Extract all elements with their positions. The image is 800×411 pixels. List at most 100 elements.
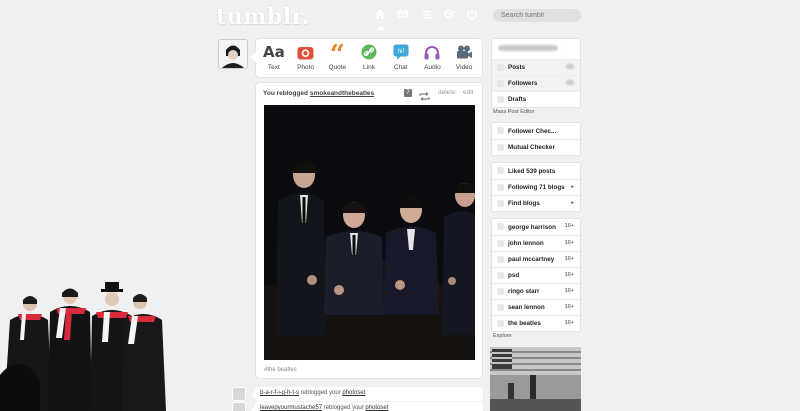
camera-icon — [297, 43, 314, 61]
sidebar-item-label: Liked 539 posts — [508, 167, 556, 175]
tag-icon — [497, 256, 504, 263]
text-icon: Aa — [262, 43, 285, 61]
chevron-right-icon: ▸ — [571, 200, 574, 206]
sidebar-item-posts[interactable]: Posts — [492, 59, 580, 75]
sidebar-item-mutual-checker[interactable]: Mutual Checker — [492, 139, 580, 155]
tag-count: 10+ — [564, 256, 574, 262]
headphones-icon — [424, 43, 440, 61]
tag-label: sean lennon — [508, 304, 545, 311]
source-blog-link[interactable]: smokeandthebeatles — [310, 90, 374, 97]
sidebar-item-followers[interactable]: Followers — [492, 75, 580, 91]
blog-name[interactable] — [492, 39, 580, 59]
sidebar-item-count — [566, 64, 574, 71]
tag-icon — [497, 223, 504, 230]
tracked-tag[interactable]: ringo starr 10+ — [492, 283, 580, 299]
post-type-audio[interactable]: Audio — [417, 43, 449, 77]
note-count-badge[interactable]: 7 — [404, 89, 412, 97]
reblog-prefix: You reblogged — [263, 90, 309, 97]
tag-icon — [497, 288, 504, 295]
notification-user[interactable]: b-a-r-f-i-g-h-t-s — [260, 390, 299, 396]
following-icon — [497, 184, 504, 191]
sidebar-item-label: Follower Chec... — [508, 127, 557, 135]
tracked-tags: george harrison 10+ john lennon 10+ paul m… — [491, 218, 581, 332]
compass-icon — [497, 200, 504, 207]
tracked-tag[interactable]: george harrison 10+ — [492, 219, 580, 235]
notification-item: b-a-r-f-i-g-h-t-s reblogged your photose… — [251, 387, 483, 401]
notification-avatar[interactable] — [232, 387, 246, 401]
tag-count: 10+ — [564, 272, 574, 278]
notification-avatar[interactable] — [232, 402, 246, 411]
active-tab-indicator — [377, 26, 385, 30]
delete-button[interactable]: delete — [438, 89, 456, 96]
post-type-text[interactable]: Aa Text — [258, 43, 290, 77]
tag-label: the beatles — [508, 320, 541, 327]
tracked-tag[interactable]: psd 10+ — [492, 267, 580, 283]
tag-label: psd — [508, 272, 520, 279]
tag-count: 10+ — [564, 223, 574, 229]
post-type-photo[interactable]: Photo — [290, 43, 322, 77]
sidebar-item-find-blogs[interactable]: Find blogs ▸ — [492, 195, 580, 211]
tracked-tag[interactable]: the beatles 10+ — [492, 315, 580, 331]
notification-item-link[interactable]: photoset — [365, 405, 388, 411]
heart-icon — [497, 167, 504, 174]
link-icon — [361, 43, 377, 61]
tag-label: george harrison — [508, 223, 556, 231]
user-avatar[interactable] — [218, 39, 248, 69]
inbox-icon[interactable] — [396, 8, 410, 22]
gear-icon[interactable] — [442, 8, 456, 22]
tag-label: john lennon — [508, 240, 544, 247]
posts-icon — [497, 64, 504, 71]
drafts-icon — [497, 96, 504, 103]
activity-menu: Liked 539 posts Following 71 blogs ▸ Fin… — [491, 162, 581, 212]
notification-action: reblogged your — [300, 390, 341, 396]
checker-icon — [497, 127, 504, 134]
followers-icon — [497, 80, 504, 87]
post-photo[interactable] — [264, 105, 475, 360]
explore-link[interactable]: Explore — [493, 333, 512, 339]
chevron-right-icon: ▸ — [571, 184, 574, 190]
notification-item: leavepyourmustache57 reblogged your phot… — [251, 402, 483, 411]
chat-icon: hi! — [393, 43, 409, 61]
mass-post-editor-link[interactable]: Mass Post Editor — [493, 109, 535, 115]
tag-icon — [497, 272, 504, 279]
tumblr-logo[interactable]: tumblr. — [216, 4, 310, 30]
tracked-tag[interactable]: john lennon 10+ — [492, 235, 580, 251]
background-artwork — [0, 282, 166, 411]
band-illustration — [0, 282, 166, 411]
post-type-link[interactable]: Link — [353, 43, 385, 77]
tag-label: paul mccartney — [508, 256, 555, 263]
tag-icon — [497, 320, 504, 327]
post-tags[interactable]: #the beatles — [264, 367, 297, 373]
post-card: You reblogged smokeandthebeatles 7 delet… — [255, 82, 483, 379]
home-icon[interactable] — [373, 8, 387, 22]
sidebar-item-drafts[interactable]: Drafts — [492, 91, 580, 107]
search-input[interactable] — [493, 9, 581, 22]
post-type-bar: Aa Text Photo “ Quote Link hi! Chat Audi… — [251, 38, 483, 78]
edit-button[interactable]: edit — [463, 89, 473, 96]
post-type-label: Chat — [393, 64, 408, 71]
tag-label: ringo starr — [508, 288, 540, 295]
chat-badge: hi! — [398, 49, 405, 55]
post-type-label: Text — [267, 64, 280, 71]
post-type-video[interactable]: Video — [448, 43, 480, 77]
post-type-label: Video — [455, 64, 473, 71]
sidebar-item-likes[interactable]: Liked 539 posts — [492, 163, 580, 179]
sidebar-item-label: Followers — [508, 80, 538, 87]
reblog-icon[interactable] — [419, 88, 430, 106]
tracked-tag[interactable]: sean lennon 10+ — [492, 299, 580, 315]
post-type-label: Link — [363, 64, 375, 71]
notification-user[interactable]: leavepyourmustache57 — [260, 405, 322, 411]
post-type-label: Quote — [328, 64, 347, 71]
post-type-chat[interactable]: hi! Chat — [385, 43, 417, 77]
post-header: You reblogged smokeandthebeatles — [263, 90, 374, 97]
logout-power-icon[interactable] — [465, 8, 479, 22]
notification-item-link[interactable]: photoset — [342, 390, 365, 396]
activity-icon[interactable] — [420, 8, 434, 22]
post-type-quote[interactable]: “ Quote — [321, 40, 353, 77]
sidebar-item-follower-checker[interactable]: Follower Chec... — [492, 123, 580, 139]
quote-icon: “ — [329, 40, 345, 70]
blog-menu: Posts Followers Drafts — [491, 38, 581, 108]
tracked-tag[interactable]: paul mccartney 10+ — [492, 251, 580, 267]
radar-image[interactable] — [490, 347, 581, 411]
sidebar-item-following[interactable]: Following 71 blogs ▸ — [492, 179, 580, 195]
